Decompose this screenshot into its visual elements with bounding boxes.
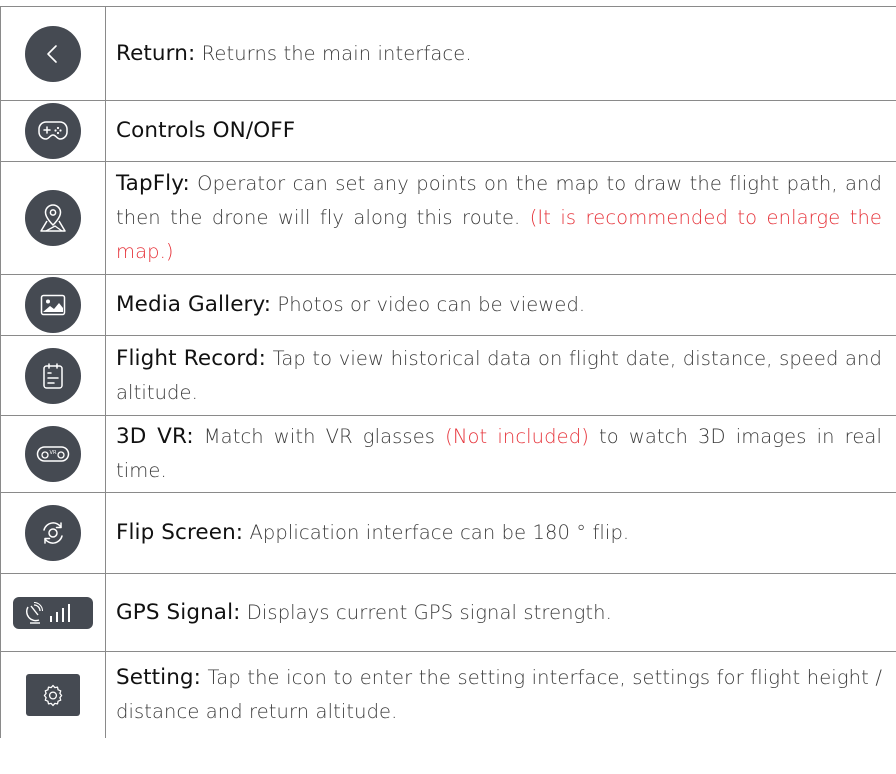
row-title: GPS Signal: xyxy=(116,599,241,625)
icon-cell xyxy=(0,336,106,415)
table-row-return: Return: Returns the main interface. xyxy=(0,7,896,101)
svg-text:VR: VR xyxy=(50,450,57,456)
text-cell: Controls ON/OFF xyxy=(106,101,896,161)
icon-cell xyxy=(0,574,106,651)
row-desc-text: Match with VR glasses xyxy=(193,425,446,448)
row-desc-text: Application interface can be 180 ° flip. xyxy=(243,521,630,544)
row-title: Controls ON/OFF xyxy=(116,118,296,143)
table-row-media-gallery: Media Gallery: Photos or video can be vi… xyxy=(0,275,896,336)
map-pin-icon[interactable] xyxy=(25,190,81,246)
image-icon[interactable] xyxy=(25,277,81,333)
icon-cell xyxy=(0,101,106,161)
text-cell: Flip Screen: Application interface can b… xyxy=(106,493,896,573)
table-row-tapfly: TapFly: Operator can set any points on t… xyxy=(0,162,896,275)
icon-cell xyxy=(0,493,106,573)
text-cell: Media Gallery: Photos or video can be vi… xyxy=(106,275,896,335)
icon-cell xyxy=(0,652,106,738)
icon-cell: VR xyxy=(0,416,106,492)
row-description: Setting: Tap the icon to enter the setti… xyxy=(116,661,882,729)
row-desc-text: Returns the main interface. xyxy=(195,41,472,65)
table-row-setting: Setting: Tap the icon to enter the setti… xyxy=(0,652,896,738)
text-cell: 3D VR: Match with VR glasses (Not includ… xyxy=(106,416,896,492)
row-description: Flight Record: Tap to view historical da… xyxy=(116,342,882,410)
text-cell: Setting: Tap the icon to enter the setti… xyxy=(106,652,896,738)
table-row-flip-screen: Flip Screen: Application interface can b… xyxy=(0,493,896,574)
text-cell: Flight Record: Tap to view historical da… xyxy=(106,336,896,415)
gamepad-icon[interactable] xyxy=(25,103,81,159)
feature-table: Return: Returns the main interface. Cont… xyxy=(0,6,896,738)
row-title: Media Gallery: xyxy=(116,292,272,317)
row-description: GPS Signal: Displays current GPS signal … xyxy=(116,596,612,630)
icon-cell xyxy=(0,275,106,335)
icon-cell xyxy=(0,7,106,100)
table-row-flight-record: Flight Record: Tap to view historical da… xyxy=(0,336,896,416)
row-title: Flight Record: xyxy=(116,345,267,371)
settings-gear-icon[interactable] xyxy=(26,674,80,716)
text-cell: Return: Returns the main interface. xyxy=(106,7,896,100)
row-description: Media Gallery: Photos or video can be vi… xyxy=(116,288,585,322)
row-title: TapFly: xyxy=(116,171,190,196)
row-description: Return: Returns the main interface. xyxy=(116,37,472,71)
row-title: Flip Screen: xyxy=(116,520,244,545)
vr-glasses-icon[interactable]: VR xyxy=(25,426,81,482)
row-description: 3D VR: Match with VR glasses (Not includ… xyxy=(116,420,882,488)
table-row-controls: Controls ON/OFF xyxy=(0,101,896,162)
flip-screen-icon[interactable] xyxy=(25,505,81,561)
table-row-3d-vr: VR 3D VR: Match with VR glasses (Not inc… xyxy=(0,416,896,493)
icon-cell xyxy=(0,162,106,274)
text-cell: TapFly: Operator can set any points on t… xyxy=(106,162,896,274)
table-row-gps-signal: GPS Signal: Displays current GPS signal … xyxy=(0,574,896,652)
row-desc-text: Tap the icon to enter the setting interf… xyxy=(116,666,882,723)
row-title: Setting: xyxy=(116,665,202,690)
row-description: Flip Screen: Application interface can b… xyxy=(116,516,629,550)
text-cell: GPS Signal: Displays current GPS signal … xyxy=(106,574,896,651)
row-desc-text: Displays current GPS signal strength. xyxy=(240,600,612,624)
clipboard-icon[interactable] xyxy=(25,347,81,404)
row-description: TapFly: Operator can set any points on t… xyxy=(116,167,882,269)
row-note: (Not included) xyxy=(445,425,589,448)
gps-signal-icon[interactable] xyxy=(13,596,93,629)
row-title: 3D VR: xyxy=(116,424,194,449)
row-description: Controls ON/OFF xyxy=(116,114,295,148)
back-chevron-icon[interactable] xyxy=(25,25,81,82)
row-title: Return: xyxy=(116,40,196,66)
row-desc-text: Photos or video can be viewed. xyxy=(271,293,586,316)
